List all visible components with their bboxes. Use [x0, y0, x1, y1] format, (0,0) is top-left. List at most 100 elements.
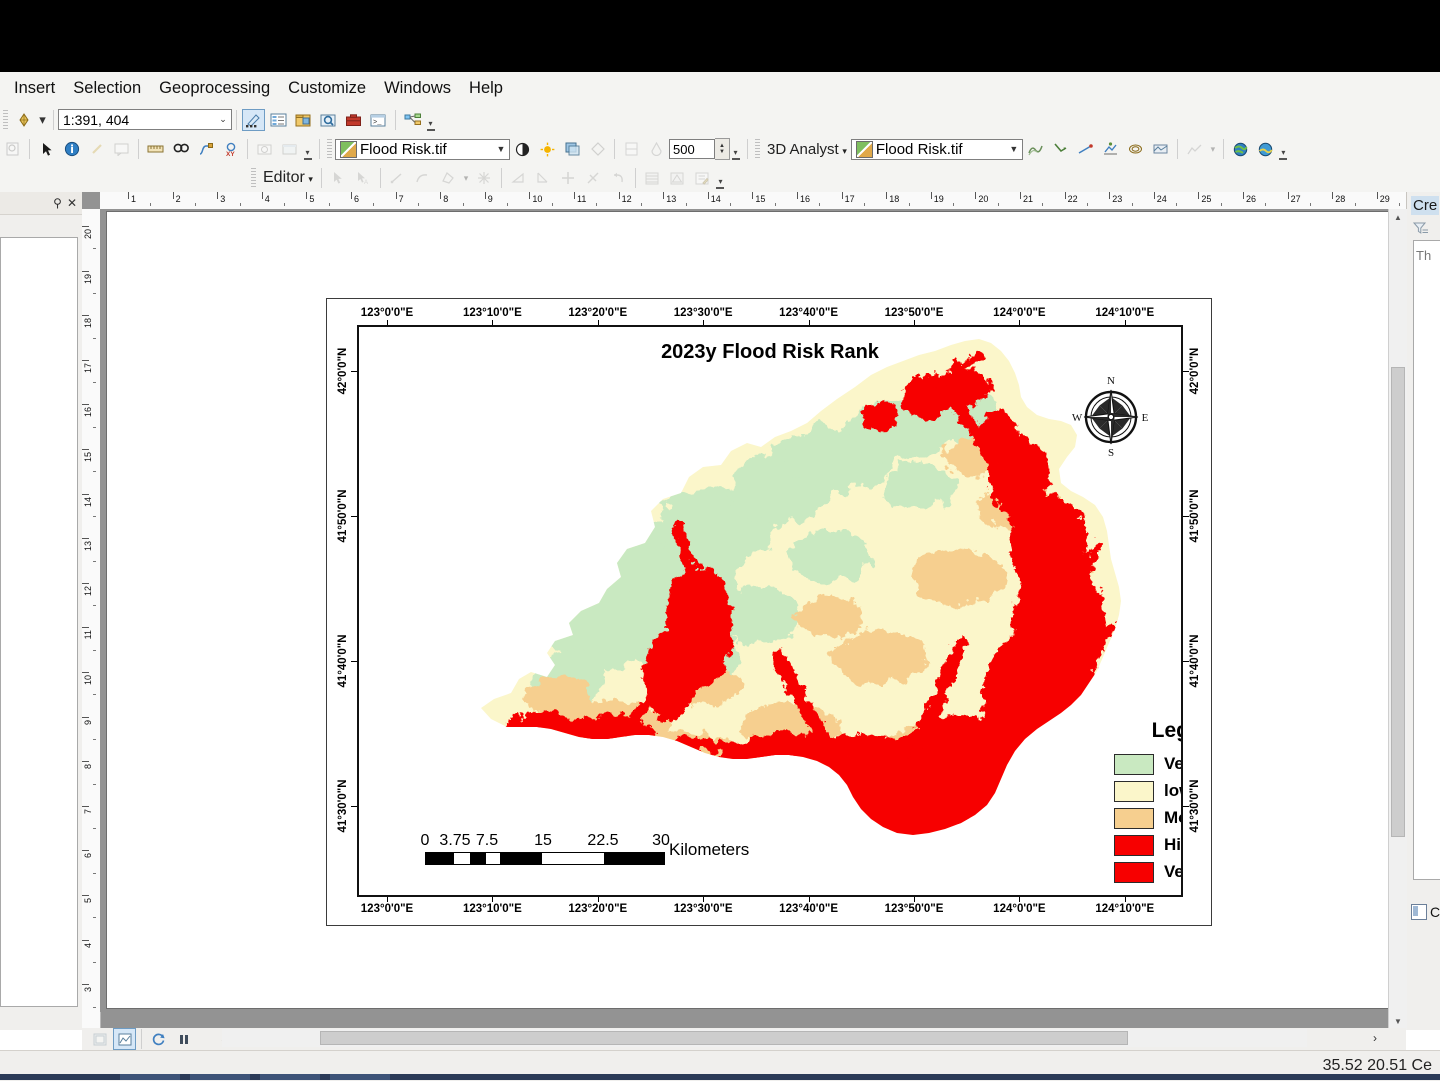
ruler-label: 16 — [83, 407, 93, 418]
ruler-label: 26 — [1246, 194, 1257, 204]
menu-item-help[interactable]: Help — [460, 76, 512, 101]
scroll-up-icon[interactable]: ▲ — [1389, 209, 1407, 226]
create-profile-graph-icon[interactable] — [1099, 138, 1122, 160]
ruler-label: 21 — [1023, 194, 1034, 204]
identify-icon[interactable] — [60, 138, 83, 160]
graticule-tick — [1183, 661, 1189, 662]
ruler-minor-tick — [150, 203, 152, 206]
graticule-tick — [1019, 897, 1021, 902]
chevron-down-icon[interactable]: ▼ — [1006, 144, 1022, 154]
create-features-tab[interactable]: Cr — [1411, 904, 1440, 920]
menu-item-customize[interactable]: Customize — [279, 76, 375, 101]
arcglobe-icon[interactable] — [1229, 138, 1252, 160]
edit-vertices-icon[interactable] — [242, 108, 265, 131]
toolbar-overflow-button[interactable]: ▾ — [715, 167, 726, 189]
search-window-icon[interactable] — [317, 109, 340, 131]
menu-item-insert[interactable]: Insert — [5, 76, 64, 101]
legend-label: Moderate — [1164, 808, 1181, 827]
legend-title: Legend — [1151, 719, 1181, 742]
arcscene-icon[interactable] — [1254, 138, 1277, 160]
vertical-scroll-thumb[interactable] — [1391, 367, 1405, 837]
contour-icon[interactable] — [1124, 138, 1147, 160]
find-route-icon[interactable] — [194, 138, 217, 160]
horizontal-ruler[interactable]: 1 2 3 4 5 6 7 8 9 10 11 12 13 14 15 16 17 18 19 20 21 22 23 24 2… — [100, 192, 1406, 210]
refresh-icon[interactable] — [147, 1028, 170, 1050]
transparency-icon[interactable] — [561, 138, 584, 160]
chevron-right-icon[interactable]: › — [1366, 1029, 1384, 1047]
scalebar-label: 15 — [534, 832, 552, 849]
model-builder-icon[interactable] — [401, 109, 424, 131]
map-scale-combo[interactable]: 1:391, 404 ⌄ — [58, 109, 232, 130]
latitude-label: 41°40'0"N — [337, 634, 349, 688]
editor-menu[interactable]: Editor ▾ — [259, 169, 317, 187]
pause-drawing-icon[interactable] — [172, 1028, 195, 1050]
create-features-hint: Th — [1416, 248, 1432, 263]
menu-item-windows[interactable]: Windows — [375, 76, 460, 101]
filter-icon[interactable] — [1412, 221, 1429, 239]
select-arrow-icon[interactable] — [35, 138, 58, 160]
ruler-tick — [1020, 192, 1021, 199]
toolbar-grip[interactable] — [755, 139, 760, 159]
ruler-minor-tick — [596, 203, 598, 206]
profile-graph-icon — [1183, 138, 1206, 160]
toolbar-grip[interactable] — [327, 139, 332, 159]
surface-length-icon[interactable] — [1149, 138, 1172, 160]
effects-layer-combo[interactable]: Flood Risk.tif ▼ — [335, 138, 510, 160]
create-features-list[interactable] — [1413, 240, 1440, 880]
find-icon[interactable] — [169, 138, 192, 160]
contrast-icon[interactable] — [511, 138, 534, 160]
horizontal-scroll-thumb[interactable] — [320, 1031, 1128, 1045]
chevron-down-icon[interactable]: ▾ — [842, 146, 847, 156]
bookmark-dropdown-icon[interactable]: ▾ — [37, 109, 48, 131]
ruler-minor-tick — [194, 203, 196, 206]
steepest-path-icon[interactable] — [1049, 138, 1072, 160]
menu-item-geoprocessing[interactable]: Geoprocessing — [150, 76, 279, 101]
menu-item-selection[interactable]: Selection — [64, 76, 150, 101]
toolbar-overflow-button[interactable]: ▾ — [425, 109, 436, 131]
layout-view-icon[interactable] — [88, 1028, 111, 1050]
ruler-tick — [529, 192, 531, 199]
table-of-contents-icon[interactable] — [267, 109, 290, 131]
vertical-ruler[interactable]: 2019181716151413121110987654321 — [82, 209, 101, 1030]
ruler-label: 19 — [83, 273, 93, 284]
ruler-tick — [82, 895, 89, 896]
go-to-xy-icon[interactable]: XY — [219, 138, 242, 160]
ruler-minor-tick — [93, 694, 96, 696]
toc-tree[interactable] — [0, 237, 78, 1007]
chevron-down-icon[interactable]: ⌄ — [215, 114, 231, 125]
map-data-frame[interactable]: 123°0'0"E 123°10'0"E 123°20'0"E 123°30'0"E 1… — [326, 298, 1212, 926]
layout-vertical-scrollbar[interactable]: ▲ ▼ — [1388, 209, 1407, 1030]
chevron-down-icon[interactable]: ▼ — [493, 144, 509, 154]
pin-icon[interactable]: ⚲ — [53, 196, 62, 210]
toolbar-grip[interactable] — [251, 168, 256, 188]
ruler-minor-tick — [93, 471, 96, 473]
brightness-icon[interactable] — [536, 138, 559, 160]
python-window-icon[interactable]: >_ — [367, 109, 390, 131]
toolbox-icon[interactable] — [342, 109, 365, 131]
blend-icon — [645, 138, 668, 160]
flicker-rate-stepper[interactable]: ▲ ▼ — [715, 138, 730, 160]
ruler-label: 14 — [710, 194, 721, 204]
toolbar-overflow-button[interactable]: ▾ — [302, 138, 313, 160]
flicker-rate-input[interactable]: 500 — [669, 139, 715, 159]
layout-page[interactable]: 123°0'0"E 123°10'0"E 123°20'0"E 123°30'0"E 1… — [106, 211, 1388, 1009]
interpolate-line-icon[interactable] — [1024, 138, 1047, 160]
measure-icon[interactable] — [144, 138, 167, 160]
ruler-tick — [82, 582, 89, 584]
3d-analyst-layer-combo[interactable]: Flood Risk.tif ▼ — [850, 138, 1023, 160]
toolbar-grip[interactable] — [3, 109, 8, 130]
bookmark-diamond-icon[interactable] — [12, 109, 35, 131]
ruler-minor-tick — [1176, 203, 1178, 206]
layout-horizontal-scrollbar[interactable] — [222, 1029, 1307, 1047]
close-icon[interactable]: ✕ — [67, 196, 77, 210]
3d-analyst-menu[interactable]: 3D Analyst ▾ — [763, 141, 851, 158]
ruler-minor-tick — [640, 203, 642, 206]
catalog-icon[interactable] — [292, 109, 315, 131]
layout-canvas[interactable]: 123°0'0"E 123°10'0"E 123°20'0"E 123°30'0"E 1… — [100, 209, 1388, 1012]
chevron-down-icon[interactable]: ▾ — [308, 174, 313, 184]
map-graphic-area[interactable]: 2023y Flood Risk Rank N S W E Le Ve lo M… — [357, 325, 1183, 897]
line-of-sight-icon[interactable] — [1074, 138, 1097, 160]
data-view-icon[interactable] — [113, 1028, 136, 1050]
toolbar-overflow-button[interactable]: ▾ — [1278, 138, 1289, 160]
toolbar-overflow-button[interactable]: ▾ — [730, 138, 741, 160]
